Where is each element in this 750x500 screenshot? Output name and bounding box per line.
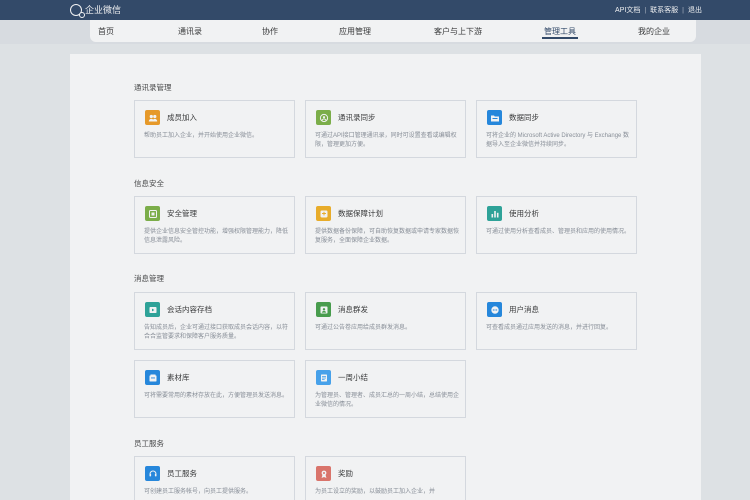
- card-title: 数据保障计划: [338, 209, 383, 218]
- section-title-security: 信息安全: [134, 179, 164, 188]
- card-title: 素材库: [167, 373, 190, 382]
- card-description: 告知成员后，企业可通过接口获取成员会话内容，以符合合监管要求和保障客户服务质量。: [144, 325, 289, 340]
- link-divider: |: [682, 6, 684, 14]
- card-title: 使用分析: [509, 209, 539, 218]
- card-data-protection[interactable]: 数据保障计划 提供数据备份保障，可自助恢复数据或申请专家数据恢复服务，全面保障企…: [305, 196, 466, 254]
- card-usage-analysis[interactable]: 使用分析 可通过使用分析查看成员、管理员和应用的使用情况。: [476, 196, 637, 254]
- card-user-messages[interactable]: 用户消息 可查看成员通过应用发送的消息，并进行回复。: [476, 292, 637, 350]
- card-reward[interactable]: 奖励 为员工设立的奖励，以鼓励员工加入企业，并: [305, 456, 466, 500]
- reward-icon: [316, 466, 331, 481]
- backup-icon: [316, 206, 331, 221]
- card-title: 成员加入: [167, 113, 197, 122]
- card-chat-archive[interactable]: 会话内容存档 告知成员后，企业可通过接口获取成员会话内容，以符合合监管要求和保障…: [134, 292, 295, 350]
- card-title: 通讯录同步: [338, 113, 376, 122]
- card-material-library[interactable]: 素材库 可将需要常用的素材存放在此，方便管理员发送消息。: [134, 360, 295, 418]
- nav-management-tools[interactable]: 管理工具: [542, 26, 578, 39]
- sync-icon: [316, 110, 331, 125]
- shield-icon: [145, 206, 160, 221]
- card-description: 可通过公告卷应用给成员群发消息。: [315, 325, 412, 331]
- card-title: 用户消息: [509, 305, 539, 314]
- service-icon: [145, 466, 160, 481]
- nav-contacts[interactable]: 通讯录: [178, 26, 202, 37]
- card-description: 可查看成员通过应用发送的消息，并进行回复。: [486, 325, 613, 331]
- card-data-sync[interactable]: 数据同步 可将企业的 Microsoft Active Directory 与 …: [476, 100, 637, 158]
- card-description: 提供企业信息安全管控功能，增强权限管理能力，降低信息泄露风险。: [144, 229, 289, 244]
- section-title-messages: 消息管理: [134, 274, 164, 283]
- card-description: 帮助员工加入企业，并开始使用企业微信。: [144, 133, 259, 139]
- card-title: 数据同步: [509, 113, 539, 122]
- card-description: 为员工设立的奖励，以鼓励员工加入企业，并: [315, 489, 436, 495]
- card-weekly-summary[interactable]: 一周小结 为管理员、管理者、成员汇总的一周小结，总结使用企业微信的情况。: [305, 360, 466, 418]
- logo-text: 企业微信: [85, 5, 122, 15]
- card-title: 安全管理: [167, 209, 197, 218]
- management-tools-panel: 通讯录管理 成员加入 帮助员工加入企业，并开始使用企业微信。 通讯录同步 可通过…: [70, 54, 701, 500]
- section-title-contacts: 通讯录管理: [134, 83, 172, 92]
- folder-icon: [487, 110, 502, 125]
- section-title-employee-service: 员工服务: [134, 439, 164, 448]
- message-icon: [487, 302, 502, 317]
- card-security-management[interactable]: 安全管理 提供企业信息安全管控功能，增强权限管理能力，降低信息泄露风险。: [134, 196, 295, 254]
- card-description: 提供数据备份保障，可自助恢复数据或申请专家数据恢复服务，全面保障企业数据。: [315, 229, 460, 244]
- card-title: 消息群发: [338, 305, 368, 314]
- card-member-join[interactable]: 成员加入 帮助员工加入企业，并开始使用企业微信。: [134, 100, 295, 158]
- card-description: 可将企业的 Microsoft Active Directory 与 Excha…: [486, 133, 630, 148]
- nav-wrapper: 首页 通讯录 协作 应用管理 客户与上下游 管理工具 我的企业: [0, 20, 750, 44]
- card-employee-service[interactable]: 员工服务 可创建员工服务帐号，向员工提供服务。: [134, 456, 295, 500]
- card-description: 为管理员、管理者、成员汇总的一周小结，总结使用企业微信的情况。: [315, 393, 460, 408]
- card-title: 一周小结: [338, 373, 368, 382]
- chart-icon: [487, 206, 502, 221]
- card-mass-message[interactable]: 消息群发 可通过公告卷应用给成员群发消息。: [305, 292, 466, 350]
- card-description: 可通过使用分析查看成员、管理员和应用的使用情况。: [486, 229, 631, 235]
- logo-icon: [70, 3, 85, 18]
- nav-home[interactable]: 首页: [98, 26, 114, 37]
- link-divider: |: [644, 6, 647, 14]
- nav-app-management[interactable]: 应用管理: [339, 26, 371, 37]
- card-description: 可通过API接口管理通讯录，同时可设置查看或编辑权限，管理更加方便。: [315, 133, 457, 148]
- nav-customers[interactable]: 客户与上下游: [434, 26, 482, 37]
- card-title: 会话内容存档: [167, 305, 212, 314]
- top-links: API文档 | 联系客服 | 退出: [615, 5, 702, 15]
- card-description: 可创建员工服务帐号，向员工提供服务。: [144, 489, 253, 495]
- contact-support-link[interactable]: 联系客服: [650, 5, 678, 15]
- nav-my-enterprise[interactable]: 我的企业: [638, 26, 670, 37]
- archive-icon: [145, 302, 160, 317]
- top-bar: 企业微信 API文档 | 联系客服 | 退出: [0, 0, 750, 20]
- people-icon: [145, 110, 160, 125]
- report-icon: [316, 370, 331, 385]
- card-contacts-sync[interactable]: 通讯录同步 可通过API接口管理通讯录，同时可设置查看或编辑权限，管理更加方便。: [305, 100, 466, 158]
- main-nav: 首页 通讯录 协作 应用管理 客户与上下游 管理工具 我的企业: [90, 20, 696, 42]
- card-title: 员工服务: [167, 469, 197, 478]
- card-description: 可将需要常用的素材存放在此，方便管理员发送消息。: [144, 393, 289, 399]
- card-title: 奖励: [338, 469, 353, 478]
- logout-link[interactable]: 退出: [688, 5, 702, 15]
- api-docs-link[interactable]: API文档: [615, 5, 640, 15]
- app-logo[interactable]: 企业微信: [70, 3, 122, 18]
- broadcast-icon: [316, 302, 331, 317]
- nav-collaboration[interactable]: 协作: [262, 26, 278, 37]
- library-icon: [145, 370, 160, 385]
